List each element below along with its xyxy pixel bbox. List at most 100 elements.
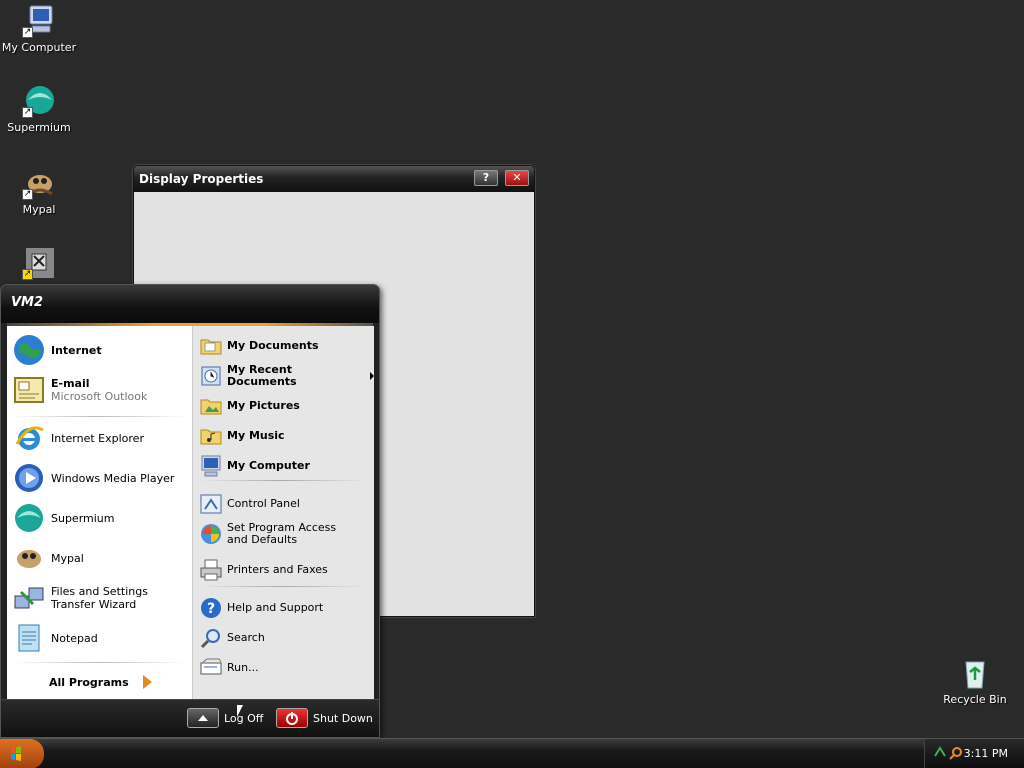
my-computer-icon — [199, 454, 223, 478]
folder-music-icon — [199, 424, 223, 448]
recent-label: Notepad — [51, 631, 98, 645]
taskbar: 3:11 PM — [0, 738, 1024, 768]
pinned-item-email[interactable]: E-mail Microsoft Outlook — [13, 374, 147, 406]
desktop-icon-my-computer[interactable]: ↗ My Computer — [0, 4, 78, 54]
media-player-icon — [13, 462, 45, 494]
shut-down-button[interactable]: Shut Down — [276, 708, 373, 728]
clock[interactable]: 3:11 PM — [964, 747, 1008, 760]
system-label: Set Program Access and Defaults — [227, 521, 337, 546]
tool-help-support[interactable]: ? Help and Support — [199, 596, 323, 620]
recent-item-windows-media-player[interactable]: Windows Media Player — [13, 462, 174, 494]
all-programs-label: All Programs — [49, 675, 129, 689]
system-label: Printers and Faxes — [227, 563, 328, 576]
pinned-title: E-mail — [51, 377, 90, 390]
supermium-icon — [13, 502, 45, 534]
globe-icon — [13, 334, 45, 366]
place-my-recent-documents[interactable]: My Recent Documents — [199, 364, 374, 388]
window-titlebar[interactable]: Display Properties ? ✕ — [134, 166, 534, 192]
log-off-label: Log Off — [224, 711, 264, 725]
log-off-button[interactable]: Log Off — [187, 708, 263, 728]
desktop-icon-supermium[interactable]: ↗ Supermium — [0, 84, 78, 134]
supermium-icon: ↗ — [22, 84, 56, 118]
svg-text:?: ? — [207, 601, 215, 617]
recent-item-files-settings-transfer[interactable]: Files and Settings Transfer Wizard — [13, 582, 191, 614]
place-my-documents[interactable]: My Documents — [199, 334, 319, 358]
start-menu-username: VM2 — [1, 285, 379, 323]
place-my-music[interactable]: My Music — [199, 424, 285, 448]
help-icon: ? — [199, 596, 223, 620]
submenu-arrow-icon — [370, 372, 374, 380]
help-button[interactable]: ? — [474, 170, 498, 186]
mypal-icon — [13, 542, 45, 574]
desktop-icon-recycle-bin[interactable]: Recycle Bin — [936, 656, 1014, 706]
separator — [13, 416, 186, 417]
search-icon — [199, 626, 223, 650]
tool-run[interactable]: Run... — [199, 656, 259, 680]
start-menu: VM2 Internet E-mail Microsoft Outlook In… — [0, 284, 380, 738]
close-button[interactable]: ✕ — [505, 170, 529, 186]
printer-icon — [199, 558, 223, 582]
internet-explorer-icon — [13, 422, 45, 454]
recent-label: Mypal — [51, 551, 84, 565]
arrow-right-icon — [142, 675, 152, 689]
pinned-item-internet[interactable]: Internet — [13, 334, 102, 366]
system-control-panel[interactable]: Control Panel — [199, 492, 300, 516]
tool-label: Help and Support — [227, 601, 324, 614]
search-tray-icon[interactable] — [949, 746, 963, 763]
recent-label: Files and Settings Transfer Wizard — [51, 585, 148, 611]
network-icon[interactable] — [933, 746, 947, 763]
shut-down-label: Shut Down — [313, 711, 373, 725]
transfer-wizard-icon — [13, 582, 45, 614]
separator — [199, 586, 366, 587]
desktop-icon-label: Mypal — [22, 203, 56, 216]
recent-item-mypal[interactable]: Mypal — [13, 542, 84, 574]
place-label: My Documents — [227, 339, 319, 352]
tool-label: Search — [227, 631, 265, 644]
pinned-title: Internet — [51, 343, 102, 357]
outlook-icon — [13, 374, 45, 406]
place-label: My Computer — [227, 459, 310, 472]
all-programs-button[interactable]: All Programs — [49, 675, 152, 689]
system-label: Control Panel — [227, 497, 300, 510]
start-menu-places-pane: My Documents My Recent Documents My Pict… — [192, 326, 374, 699]
place-label: My Pictures — [227, 399, 300, 412]
power-icon — [276, 708, 308, 728]
recent-item-internet-explorer[interactable]: Internet Explorer — [13, 422, 144, 454]
recent-documents-icon — [199, 364, 223, 388]
start-button[interactable] — [0, 739, 44, 768]
start-menu-programs-pane: Internet E-mail Microsoft Outlook Intern… — [7, 326, 192, 699]
folder-pictures-icon — [199, 394, 223, 418]
recent-item-notepad[interactable]: Notepad — [13, 622, 98, 654]
system-printers-faxes[interactable]: Printers and Faxes — [199, 558, 328, 582]
desktop-icon-label: Recycle Bin — [943, 693, 1007, 706]
system-tray: 3:11 PM — [924, 739, 1024, 768]
windows-logo-icon — [11, 746, 21, 761]
start-menu-footer: Log Off Shut Down — [1, 699, 379, 737]
desktop-icon-unnamed[interactable]: ↗ — [0, 246, 78, 283]
window-title: Display Properties — [139, 172, 264, 186]
mypal-icon: ↗ — [22, 166, 56, 200]
desktop-icon-label: Supermium — [7, 121, 71, 134]
separator — [199, 480, 366, 481]
security-tool-icon: ↗ — [22, 246, 56, 280]
desktop-icon-mypal[interactable]: ↗ Mypal — [0, 166, 78, 216]
separator — [13, 662, 186, 663]
recent-label: Windows Media Player — [51, 471, 175, 485]
mouse-cursor — [237, 705, 243, 717]
control-panel-icon — [199, 492, 223, 516]
recent-label: Internet Explorer — [51, 431, 144, 445]
place-label: My Recent Documents — [227, 363, 297, 388]
run-icon — [199, 656, 223, 680]
my-computer-icon: ↗ — [22, 4, 56, 38]
tool-search[interactable]: Search — [199, 626, 265, 650]
place-my-computer[interactable]: My Computer — [199, 454, 310, 478]
pinned-subtitle: Microsoft Outlook — [51, 390, 148, 403]
place-my-pictures[interactable]: My Pictures — [199, 394, 300, 418]
system-set-program-access[interactable]: Set Program Access and Defaults — [199, 522, 357, 546]
place-label: My Music — [227, 429, 285, 442]
notepad-icon — [13, 622, 45, 654]
recent-label: Supermium — [51, 511, 115, 525]
tool-label: Run... — [227, 661, 259, 674]
desktop-icon-label: My Computer — [1, 41, 77, 54]
recent-item-supermium[interactable]: Supermium — [13, 502, 115, 534]
